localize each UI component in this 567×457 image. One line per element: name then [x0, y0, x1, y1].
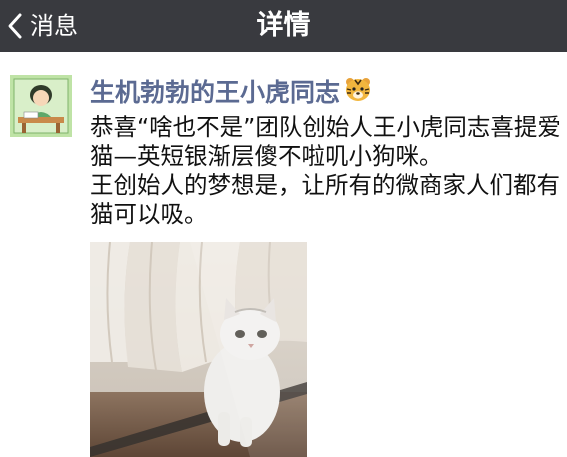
page-title: 详情	[256, 10, 311, 41]
post-photo[interactable]	[90, 242, 307, 457]
post-paragraph: 王创始人的梦想是，让所有的微商家人们都有猫可以吸。	[90, 171, 560, 228]
chevron-left-icon	[8, 13, 22, 39]
back-button[interactable]: 消息	[6, 0, 78, 52]
tiger-face-emoji-icon	[344, 75, 372, 114]
post-paragraph: 恭喜“啥也不是”团队创始人王小虎同志喜提爱猫—英短银渐层傻不啦叽小狗咪。	[90, 113, 561, 170]
student-at-desk-avatar-icon	[10, 75, 72, 137]
author-name-text: 生机勃勃的王小虎同志	[90, 78, 341, 107]
post-author-name[interactable]: 生机勃勃的王小虎同志	[90, 74, 372, 112]
cat-behind-glass-photo-icon	[90, 242, 307, 457]
back-label: 消息	[30, 12, 78, 40]
avatar[interactable]	[10, 75, 72, 137]
post-body: 恭喜“啥也不是”团队创始人王小虎同志喜提爱猫—英短银渐层傻不啦叽小狗咪。 王创始…	[90, 113, 562, 229]
navigation-bar: 消息 详情	[0, 0, 567, 52]
